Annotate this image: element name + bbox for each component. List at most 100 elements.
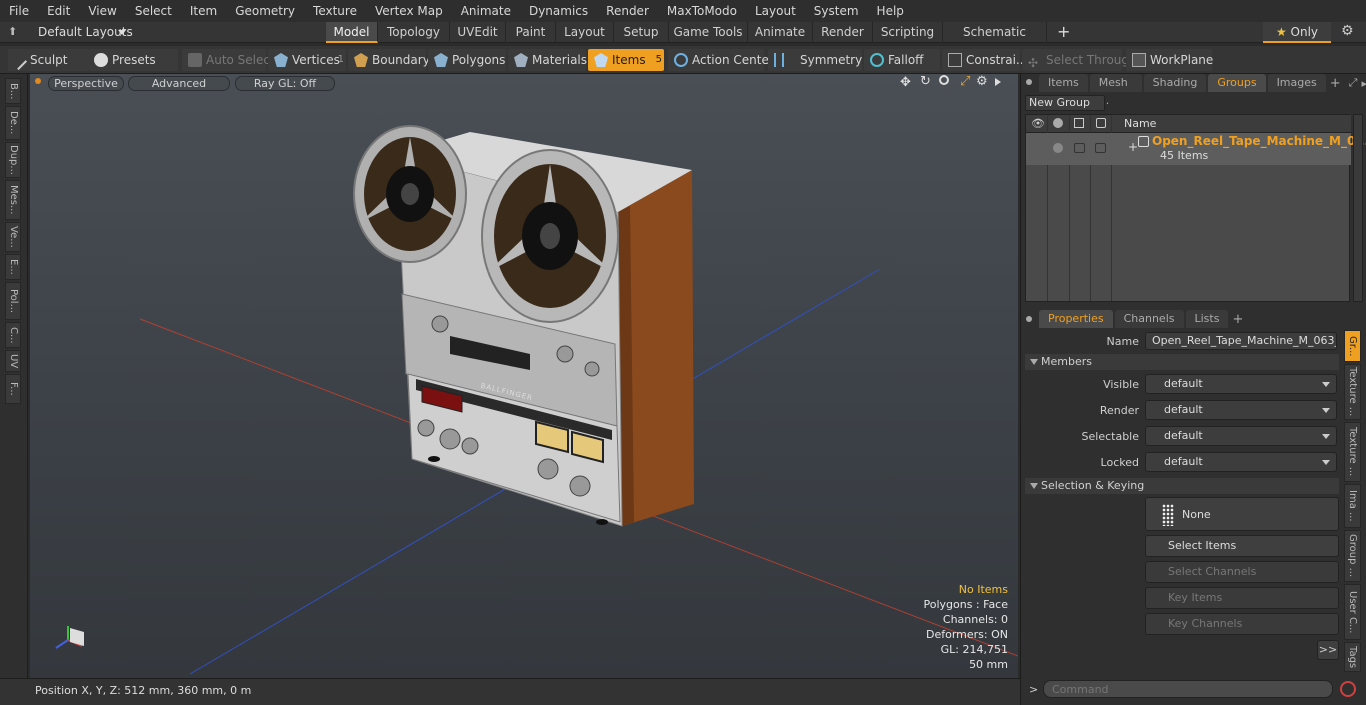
menu-file[interactable]: File	[0, 0, 38, 22]
key-channels-button[interactable]: Key Channels	[1145, 613, 1339, 635]
tab-schematic-fusion[interactable]: Schematic Fusion	[943, 22, 1047, 59]
record-icon[interactable]	[1340, 681, 1356, 697]
left-tab-4[interactable]: Ve...	[5, 222, 21, 252]
left-tab-9[interactable]: F...	[5, 374, 21, 404]
tab-channels[interactable]: Channels	[1114, 310, 1184, 328]
render-icon[interactable]	[1053, 118, 1063, 128]
menu-dynamics[interactable]: Dynamics	[520, 0, 597, 22]
left-tab-6[interactable]: Pol...	[5, 282, 21, 320]
tab-paint[interactable]: Paint	[506, 22, 556, 43]
render-dropdown[interactable]: default	[1145, 400, 1337, 420]
tab-items[interactable]: Items	[1039, 74, 1088, 92]
selectable-dropdown[interactable]: default	[1145, 426, 1337, 446]
menu-system[interactable]: System	[805, 0, 868, 22]
name-column-header[interactable]: Name	[1124, 117, 1156, 130]
panel-menu-icon[interactable]	[1026, 79, 1032, 85]
left-tab-3[interactable]: Mes...	[5, 180, 21, 220]
expand-icon[interactable]: ⤢	[1349, 76, 1358, 90]
menu-texture[interactable]: Texture	[304, 0, 366, 22]
side-tab-tags[interactable]: Tags	[1344, 642, 1361, 672]
vertices-button[interactable]: Vertices 1	[268, 49, 346, 71]
presets-button[interactable]: Presets	[88, 49, 178, 71]
locked-dropdown[interactable]: default	[1145, 452, 1337, 472]
select-channels-button[interactable]: Select Channels	[1145, 561, 1339, 583]
row-lock-box[interactable]	[1074, 143, 1085, 153]
tab-lists[interactable]: Lists	[1185, 310, 1229, 328]
tab-groups[interactable]: Groups	[1208, 74, 1266, 92]
action-center-button[interactable]: Action Center	[668, 49, 774, 71]
menu-help[interactable]: Help	[868, 0, 913, 22]
side-tab-texture-2[interactable]: Texture ...	[1344, 422, 1361, 482]
group-row[interactable]: + Open_Reel_Tape_Machine_M_0... 45 Items	[1026, 133, 1366, 165]
tab-shading[interactable]: Shading	[1143, 74, 1207, 92]
menu-maxtomodo[interactable]: MaxToModo	[658, 0, 746, 22]
boundary-button[interactable]: Boundary	[348, 49, 430, 71]
tab-setup[interactable]: Setup	[614, 22, 669, 43]
menu-animate[interactable]: Animate	[452, 0, 520, 22]
side-tab-groups[interactable]: Gr...	[1344, 330, 1361, 362]
tab-render[interactable]: Render	[813, 22, 873, 43]
menu-geometry[interactable]: Geometry	[226, 0, 304, 22]
visible-dropdown[interactable]: default	[1145, 374, 1337, 394]
tab-layout[interactable]: Layout	[556, 22, 614, 43]
name-field[interactable]: Open_Reel_Tape_Machine_M_063_HS	[1145, 332, 1337, 350]
none-button[interactable]: None	[1145, 497, 1339, 531]
more-button[interactable]: >>	[1317, 640, 1339, 660]
side-tab-texture-1[interactable]: Texture ...	[1344, 364, 1361, 420]
lock-col-icon[interactable]	[1074, 118, 1084, 128]
tab-uvedit[interactable]: UVEdit	[450, 22, 506, 43]
row-select-box[interactable]	[1095, 143, 1106, 153]
select-through-button[interactable]: ✣ Select Through	[1022, 49, 1137, 71]
menu-item[interactable]: Item	[181, 0, 226, 22]
only-toggle[interactable]: ★ Only	[1263, 22, 1331, 43]
tab-model[interactable]: Model	[326, 22, 378, 43]
menu-edit[interactable]: Edit	[38, 0, 79, 22]
gear-icon[interactable]: ⚙	[1341, 23, 1354, 39]
left-tab-2[interactable]: Dup...	[5, 142, 21, 178]
constraints-button[interactable]: Constrai...	[942, 49, 1027, 71]
new-group-button[interactable]: New Group	[1025, 95, 1105, 111]
menu-vertex-map[interactable]: Vertex Map	[366, 0, 452, 22]
panel-arrow-icon[interactable]: ▸	[1361, 77, 1366, 90]
add-props-tab-icon[interactable]: +	[1232, 312, 1243, 327]
polygons-button[interactable]: Polygons	[428, 49, 506, 71]
add-tab-icon[interactable]: +	[1057, 22, 1070, 42]
left-tab-1[interactable]: De...	[5, 106, 21, 140]
row-render-icon[interactable]	[1053, 143, 1063, 153]
groups-scrollbar[interactable]	[1353, 114, 1363, 302]
tab-topology[interactable]: Topology	[378, 22, 450, 43]
key-items-button[interactable]: Key Items	[1145, 587, 1339, 609]
side-tab-user-channels[interactable]: User C...	[1344, 584, 1361, 640]
3d-viewport[interactable]: Perspective Advanced Ray GL: Off ✥ ↻ ⤢ ⚙	[30, 74, 1018, 678]
sculpt-button[interactable]: Sculpt	[8, 49, 88, 71]
left-tab-8[interactable]: UV	[5, 350, 21, 372]
left-tab-7[interactable]: C...	[5, 322, 21, 348]
props-menu-icon[interactable]	[1026, 316, 1032, 322]
tab-scripting[interactable]: Scripting	[873, 22, 943, 43]
menu-render[interactable]: Render	[597, 0, 658, 22]
add-panel-tab-icon[interactable]: +	[1330, 76, 1341, 91]
pin-icon[interactable]: ⬆	[8, 26, 20, 38]
selection-keying-section[interactable]: Selection & Keying	[1025, 478, 1339, 494]
symmetry-button[interactable]: Symmetry	[768, 49, 862, 71]
expand-plus-icon[interactable]: +	[1128, 140, 1138, 154]
menu-view[interactable]: View	[79, 0, 125, 22]
tab-properties[interactable]: Properties	[1039, 310, 1113, 328]
tab-images[interactable]: Images	[1267, 74, 1326, 92]
side-tab-images[interactable]: Ima ...	[1344, 484, 1361, 528]
side-tab-group[interactable]: Group ...	[1344, 530, 1361, 582]
select-col-icon[interactable]	[1096, 118, 1106, 128]
tab-game-tools[interactable]: Game Tools	[669, 22, 748, 43]
command-input[interactable]	[1043, 680, 1333, 698]
workplane-button[interactable]: WorkPlane	[1126, 49, 1213, 71]
menu-select[interactable]: Select	[126, 0, 181, 22]
group-name[interactable]: Open_Reel_Tape_Machine_M_0...	[1152, 134, 1366, 148]
left-tab-5[interactable]: E...	[5, 254, 21, 280]
falloff-button[interactable]: Falloff	[864, 49, 940, 71]
materials-button[interactable]: Materials	[508, 49, 587, 71]
auto-select-button[interactable]: Auto Select	[182, 49, 275, 71]
items-button[interactable]: Items 5	[588, 49, 664, 71]
menu-layout[interactable]: Layout	[746, 0, 805, 22]
members-section[interactable]: Members	[1025, 354, 1339, 370]
eye-icon[interactable]: 👁	[1031, 117, 1045, 130]
